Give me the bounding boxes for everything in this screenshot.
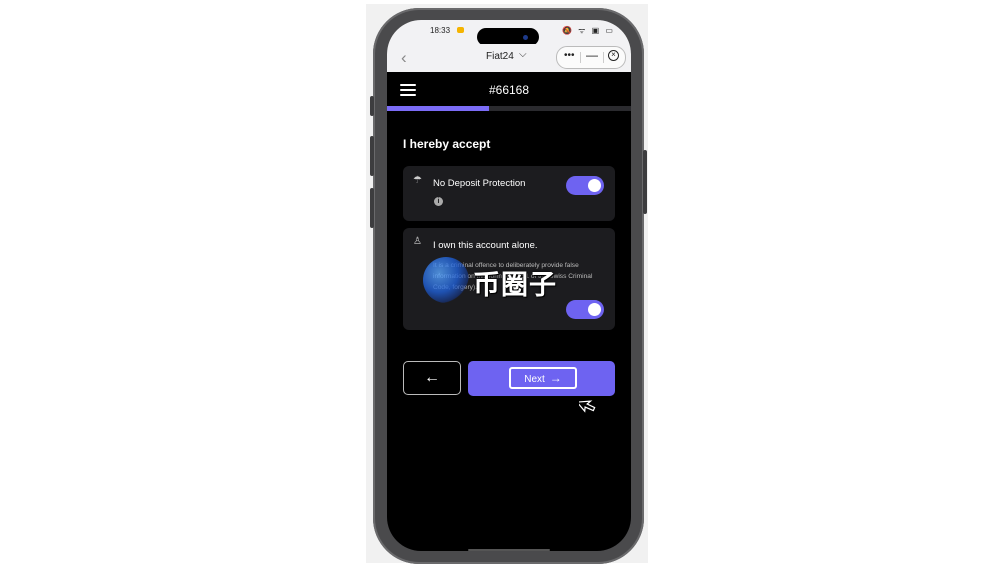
back-button[interactable]: ← <box>403 361 461 395</box>
action-button <box>370 96 374 116</box>
power-button <box>643 150 647 214</box>
arrow-right-icon: → <box>549 371 562 385</box>
info-icon[interactable]: i <box>434 197 443 206</box>
app-name[interactable]: Fiat24 <box>486 51 514 62</box>
minimize-icon[interactable]: — <box>586 48 598 62</box>
camera-icon <box>523 35 528 40</box>
mini-app-capsule: ••• — × <box>556 46 626 69</box>
mouse-cursor-icon <box>579 400 596 413</box>
progress-fill <box>387 106 490 111</box>
person-icon: ♙ <box>413 236 422 247</box>
notification-dot-icon <box>457 27 464 33</box>
app-header: #66168 <box>387 72 631 106</box>
volume-down-button <box>370 188 374 228</box>
back-chevron-icon[interactable]: ‹ <box>401 48 407 68</box>
status-icons: 🔕 ᯤ ▣ ▭ <box>561 26 615 35</box>
consent-title: I own this account alone. <box>433 240 538 251</box>
next-label: Next <box>524 374 545 385</box>
volume-up-button <box>370 136 374 176</box>
status-bar: 18:33 🔕 ᯤ ▣ ▭ <box>387 20 631 46</box>
home-indicator <box>468 549 550 551</box>
watermark-logo-icon <box>423 257 469 303</box>
deposit-protection-toggle[interactable] <box>566 176 604 195</box>
capsule-divider <box>580 52 581 63</box>
watermark-text: 币圈子 <box>473 270 557 301</box>
capsule-divider <box>603 52 604 63</box>
section-title: I hereby accept <box>403 137 491 151</box>
chevron-down-icon[interactable]: ⌵ <box>519 49 527 60</box>
consent-card-deposit: ☂ No Deposit Protection i <box>403 166 615 221</box>
progress-bar <box>387 106 631 111</box>
close-icon[interactable]: × <box>608 50 619 61</box>
next-button[interactable]: Next → <box>468 361 615 396</box>
umbrella-icon: ☂ <box>413 175 422 186</box>
more-icon[interactable]: ••• <box>564 50 575 61</box>
page-title: #66168 <box>488 83 530 97</box>
consent-title: No Deposit Protection <box>433 178 526 189</box>
watermark: 币圈子 <box>423 257 593 307</box>
next-button-highlight[interactable]: Next → <box>509 367 577 389</box>
mini-app-title-bar: ‹ Fiat24 ⌵ ••• — × <box>387 44 631 72</box>
status-time: 18:33 <box>430 26 451 35</box>
